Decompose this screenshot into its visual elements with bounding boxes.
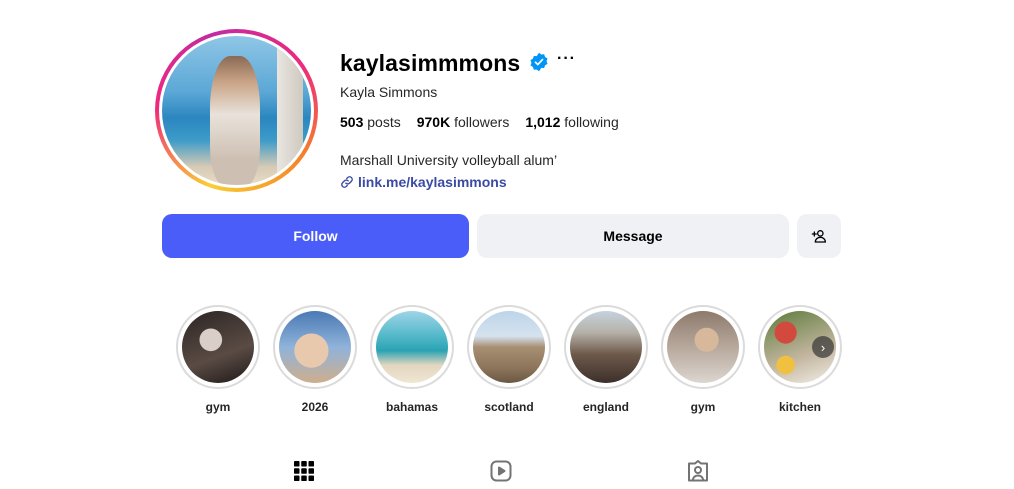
highlight-label: scotland	[484, 400, 534, 414]
highlight-label: kitchen	[778, 400, 821, 414]
highlight-item[interactable]: bahamas	[370, 305, 454, 414]
highlight-label: england	[582, 400, 629, 414]
suggest-users-button[interactable]	[797, 214, 841, 258]
highlight-item[interactable]: gym	[661, 305, 745, 414]
following-stat[interactable]: 1,012 following	[525, 114, 618, 130]
link-icon	[341, 176, 353, 188]
highlight-item[interactable]: england	[564, 305, 648, 414]
highlight-cover	[667, 311, 739, 383]
highlight-cover	[279, 311, 351, 383]
highlight-cover	[182, 311, 254, 383]
profile-stats: 503 posts 970K followers 1,012 following	[340, 114, 619, 130]
chevron-right-icon[interactable]: ›	[812, 336, 834, 358]
highlight-cover	[376, 311, 448, 383]
profile-link-text[interactable]: link.me/kaylasimmons	[358, 174, 507, 190]
highlight-cover	[473, 311, 545, 383]
tagged-icon[interactable]	[686, 459, 710, 483]
more-options-button[interactable]: ···	[557, 50, 576, 68]
verified-badge-icon	[530, 52, 548, 72]
followers-stat[interactable]: 970K followers	[417, 114, 510, 130]
highlight-label: 2026	[301, 400, 329, 414]
highlight-item[interactable]: › kitchen	[758, 305, 842, 414]
grid-icon[interactable]	[292, 459, 316, 483]
posts-stat: 503 posts	[340, 114, 401, 130]
profile-tab-bar	[0, 459, 1014, 483]
highlight-label: bahamas	[385, 400, 439, 414]
follow-button[interactable]: Follow	[162, 214, 469, 258]
profile-link[interactable]: link.me/kaylasimmons	[340, 174, 507, 190]
highlight-label: gym	[690, 400, 716, 414]
highlight-item[interactable]: gym	[176, 305, 260, 414]
highlight-cover	[570, 311, 642, 383]
highlight-item[interactable]: scotland	[467, 305, 551, 414]
reels-icon[interactable]	[489, 459, 513, 483]
highlight-item[interactable]: 2026	[273, 305, 357, 414]
add-user-icon	[811, 230, 827, 243]
message-button[interactable]: Message	[477, 214, 789, 258]
highlight-label: gym	[205, 400, 231, 414]
highlight-cover: ›	[764, 311, 836, 383]
profile-avatar[interactable]	[155, 29, 318, 192]
profile-bio: Marshall University volleyball alum’	[340, 152, 558, 168]
avatar-photo	[162, 36, 311, 185]
profile-username: kaylasimmmons	[340, 50, 521, 76]
profile-full-name: Kayla Simmons	[340, 84, 438, 100]
story-highlights: gym 2026 bahamas scotland england gym › …	[176, 305, 842, 414]
